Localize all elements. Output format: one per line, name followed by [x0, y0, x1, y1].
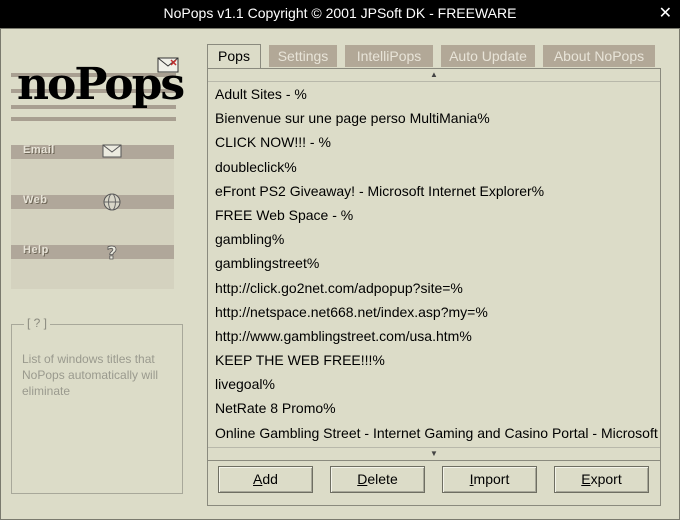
help-text: List of windows titles that NoPops autom…: [22, 352, 159, 398]
sidebar-item-help[interactable]: Help: [11, 244, 174, 259]
pops-list-frame: ▲ Adult Sites - % Bienvenue sur une page…: [207, 68, 661, 461]
pops-list[interactable]: Adult Sites - % Bienvenue sur une page p…: [208, 82, 660, 447]
list-item[interactable]: Online Gambling Street - Internet Gaming…: [208, 421, 660, 445]
close-icon[interactable]: ✕: [659, 3, 672, 23]
list-item[interactable]: Adult Sites - %: [208, 82, 660, 106]
logo-stripe: [11, 117, 176, 121]
list-item[interactable]: http://click.go2net.com/adpopup?site=%: [208, 276, 660, 300]
tab-pops[interactable]: Pops: [207, 44, 261, 68]
import-button-label: mport: [473, 471, 510, 487]
list-item[interactable]: gambling%: [208, 227, 660, 251]
tab-settings[interactable]: Settings: [269, 45, 337, 67]
add-button[interactable]: Add: [218, 466, 313, 493]
help-legend: [ ? ]: [24, 316, 51, 330]
tab-auto-update[interactable]: Auto Update: [441, 45, 535, 67]
question-icon[interactable]: ?: [101, 242, 123, 262]
tab-about-nopops[interactable]: About NoPops: [543, 45, 655, 67]
export-button-mnemonic: E: [581, 471, 591, 487]
tab-intellipops[interactable]: IntelliPops: [345, 45, 433, 67]
main-window: noPops Email Web Help ? [?] List of wi…: [0, 28, 680, 520]
title-bar: NoPops v1.1 Copyright © 2001 JPSoft DK -…: [0, 0, 680, 28]
import-button[interactable]: Import: [442, 466, 537, 493]
export-button[interactable]: Export: [554, 466, 649, 493]
button-bar: Add Delete Import Export: [207, 461, 661, 506]
sidebar-item-label: Email: [23, 144, 55, 156]
delete-button[interactable]: Delete: [330, 466, 425, 493]
list-item[interactable]: Bienvenue sur une page perso MultiMania%: [208, 106, 660, 130]
delete-button-label: elete: [367, 471, 398, 487]
list-item[interactable]: http://netspace.net668.net/index.asp?my=…: [208, 300, 660, 324]
globe-icon[interactable]: [101, 192, 123, 212]
sidebar-background: [11, 159, 174, 289]
export-button-label: xport: [590, 471, 622, 487]
delete-button-mnemonic: D: [357, 471, 368, 487]
scroll-up-button[interactable]: ▲: [208, 69, 660, 82]
scroll-down-button[interactable]: ▼: [208, 447, 660, 460]
list-item[interactable]: livegoal%: [208, 372, 660, 396]
window-title: NoPops v1.1 Copyright © 2001 JPSoft DK -…: [163, 5, 517, 21]
list-item[interactable]: KEEP THE WEB FREE!!!%: [208, 348, 660, 372]
sidebar-item-label: Web: [23, 194, 48, 206]
envelope-icon: [157, 57, 179, 73]
sidebar-item-label: Help: [23, 244, 49, 256]
list-item[interactable]: eFront PS2 Giveaway! - Microsoft Interne…: [208, 179, 660, 203]
list-item[interactable]: http://www.gamblingstreet.com/usa.htm%: [208, 324, 660, 348]
list-item[interactable]: NetRate 8 Promo%: [208, 396, 660, 420]
list-item[interactable]: gamblingstreet%: [208, 251, 660, 275]
envelope-icon[interactable]: [101, 141, 123, 161]
sidebar-item-email[interactable]: Email: [11, 144, 174, 159]
list-item[interactable]: doubleclick%: [208, 155, 660, 179]
list-item[interactable]: FREE Web Space - %: [208, 203, 660, 227]
add-button-mnemonic: A: [253, 471, 263, 487]
help-box: [ ? ] List of windows titles that NoPops…: [11, 316, 183, 494]
sidebar-item-web[interactable]: Web: [11, 194, 174, 209]
logo-area: noPops: [11, 39, 186, 129]
list-item[interactable]: CLICK NOW!!! - %: [208, 130, 660, 154]
add-button-label: dd: [262, 471, 278, 487]
svg-text:?: ?: [107, 243, 117, 262]
